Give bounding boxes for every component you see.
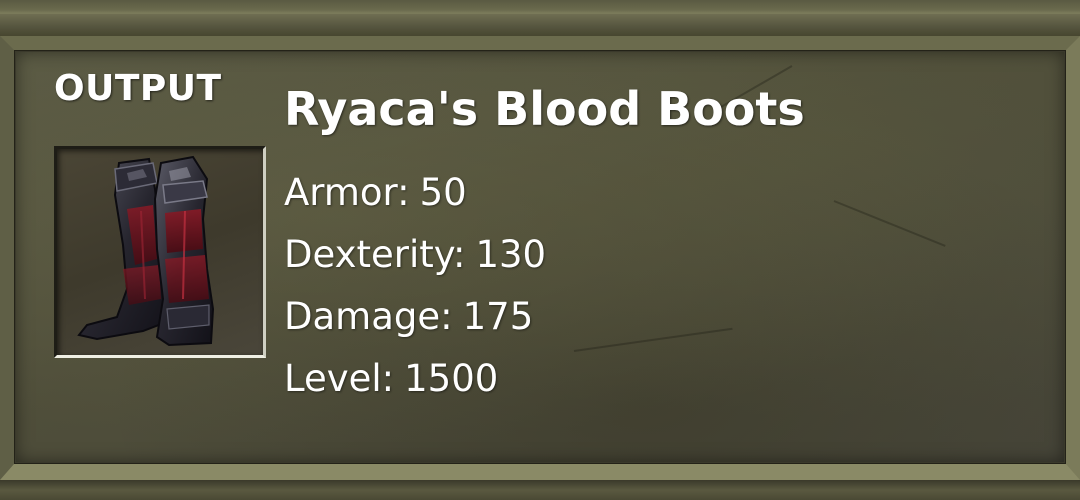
- game-screen: OUTPUT Ryaca's Blood Boots Armor: 50 Dex…: [0, 0, 1080, 500]
- item-slot[interactable]: [54, 146, 266, 358]
- stat-label: Armor:: [284, 171, 410, 214]
- stat-label: Dexterity:: [284, 233, 466, 276]
- texture-scratch: [833, 200, 946, 247]
- stat-value: 1500: [404, 357, 499, 400]
- next-panel-edge: [0, 480, 1080, 500]
- stat-damage: Damage: 175: [284, 286, 546, 348]
- stat-value: 175: [462, 295, 534, 338]
- stat-dexterity: Dexterity: 130: [284, 224, 546, 286]
- panel-divider: [0, 14, 1080, 36]
- output-label: OUTPUT: [54, 68, 222, 109]
- stat-armor: Armor: 50: [284, 162, 546, 224]
- stat-label: Level:: [284, 357, 395, 400]
- blood-boots-icon: [77, 155, 215, 347]
- item-name: Ryaca's Blood Boots: [284, 82, 805, 136]
- stat-value: 50: [419, 171, 467, 214]
- stat-value: 130: [475, 233, 547, 276]
- stat-label: Damage:: [284, 295, 453, 338]
- stat-level: Level: 1500: [284, 348, 546, 410]
- item-stats-list: Armor: 50 Dexterity: 130 Damage: 175 Level:…: [284, 162, 546, 410]
- texture-scratch: [573, 327, 733, 352]
- crafting-output-panel: OUTPUT Ryaca's Blood Boots Armor: 50 Dex…: [0, 36, 1080, 480]
